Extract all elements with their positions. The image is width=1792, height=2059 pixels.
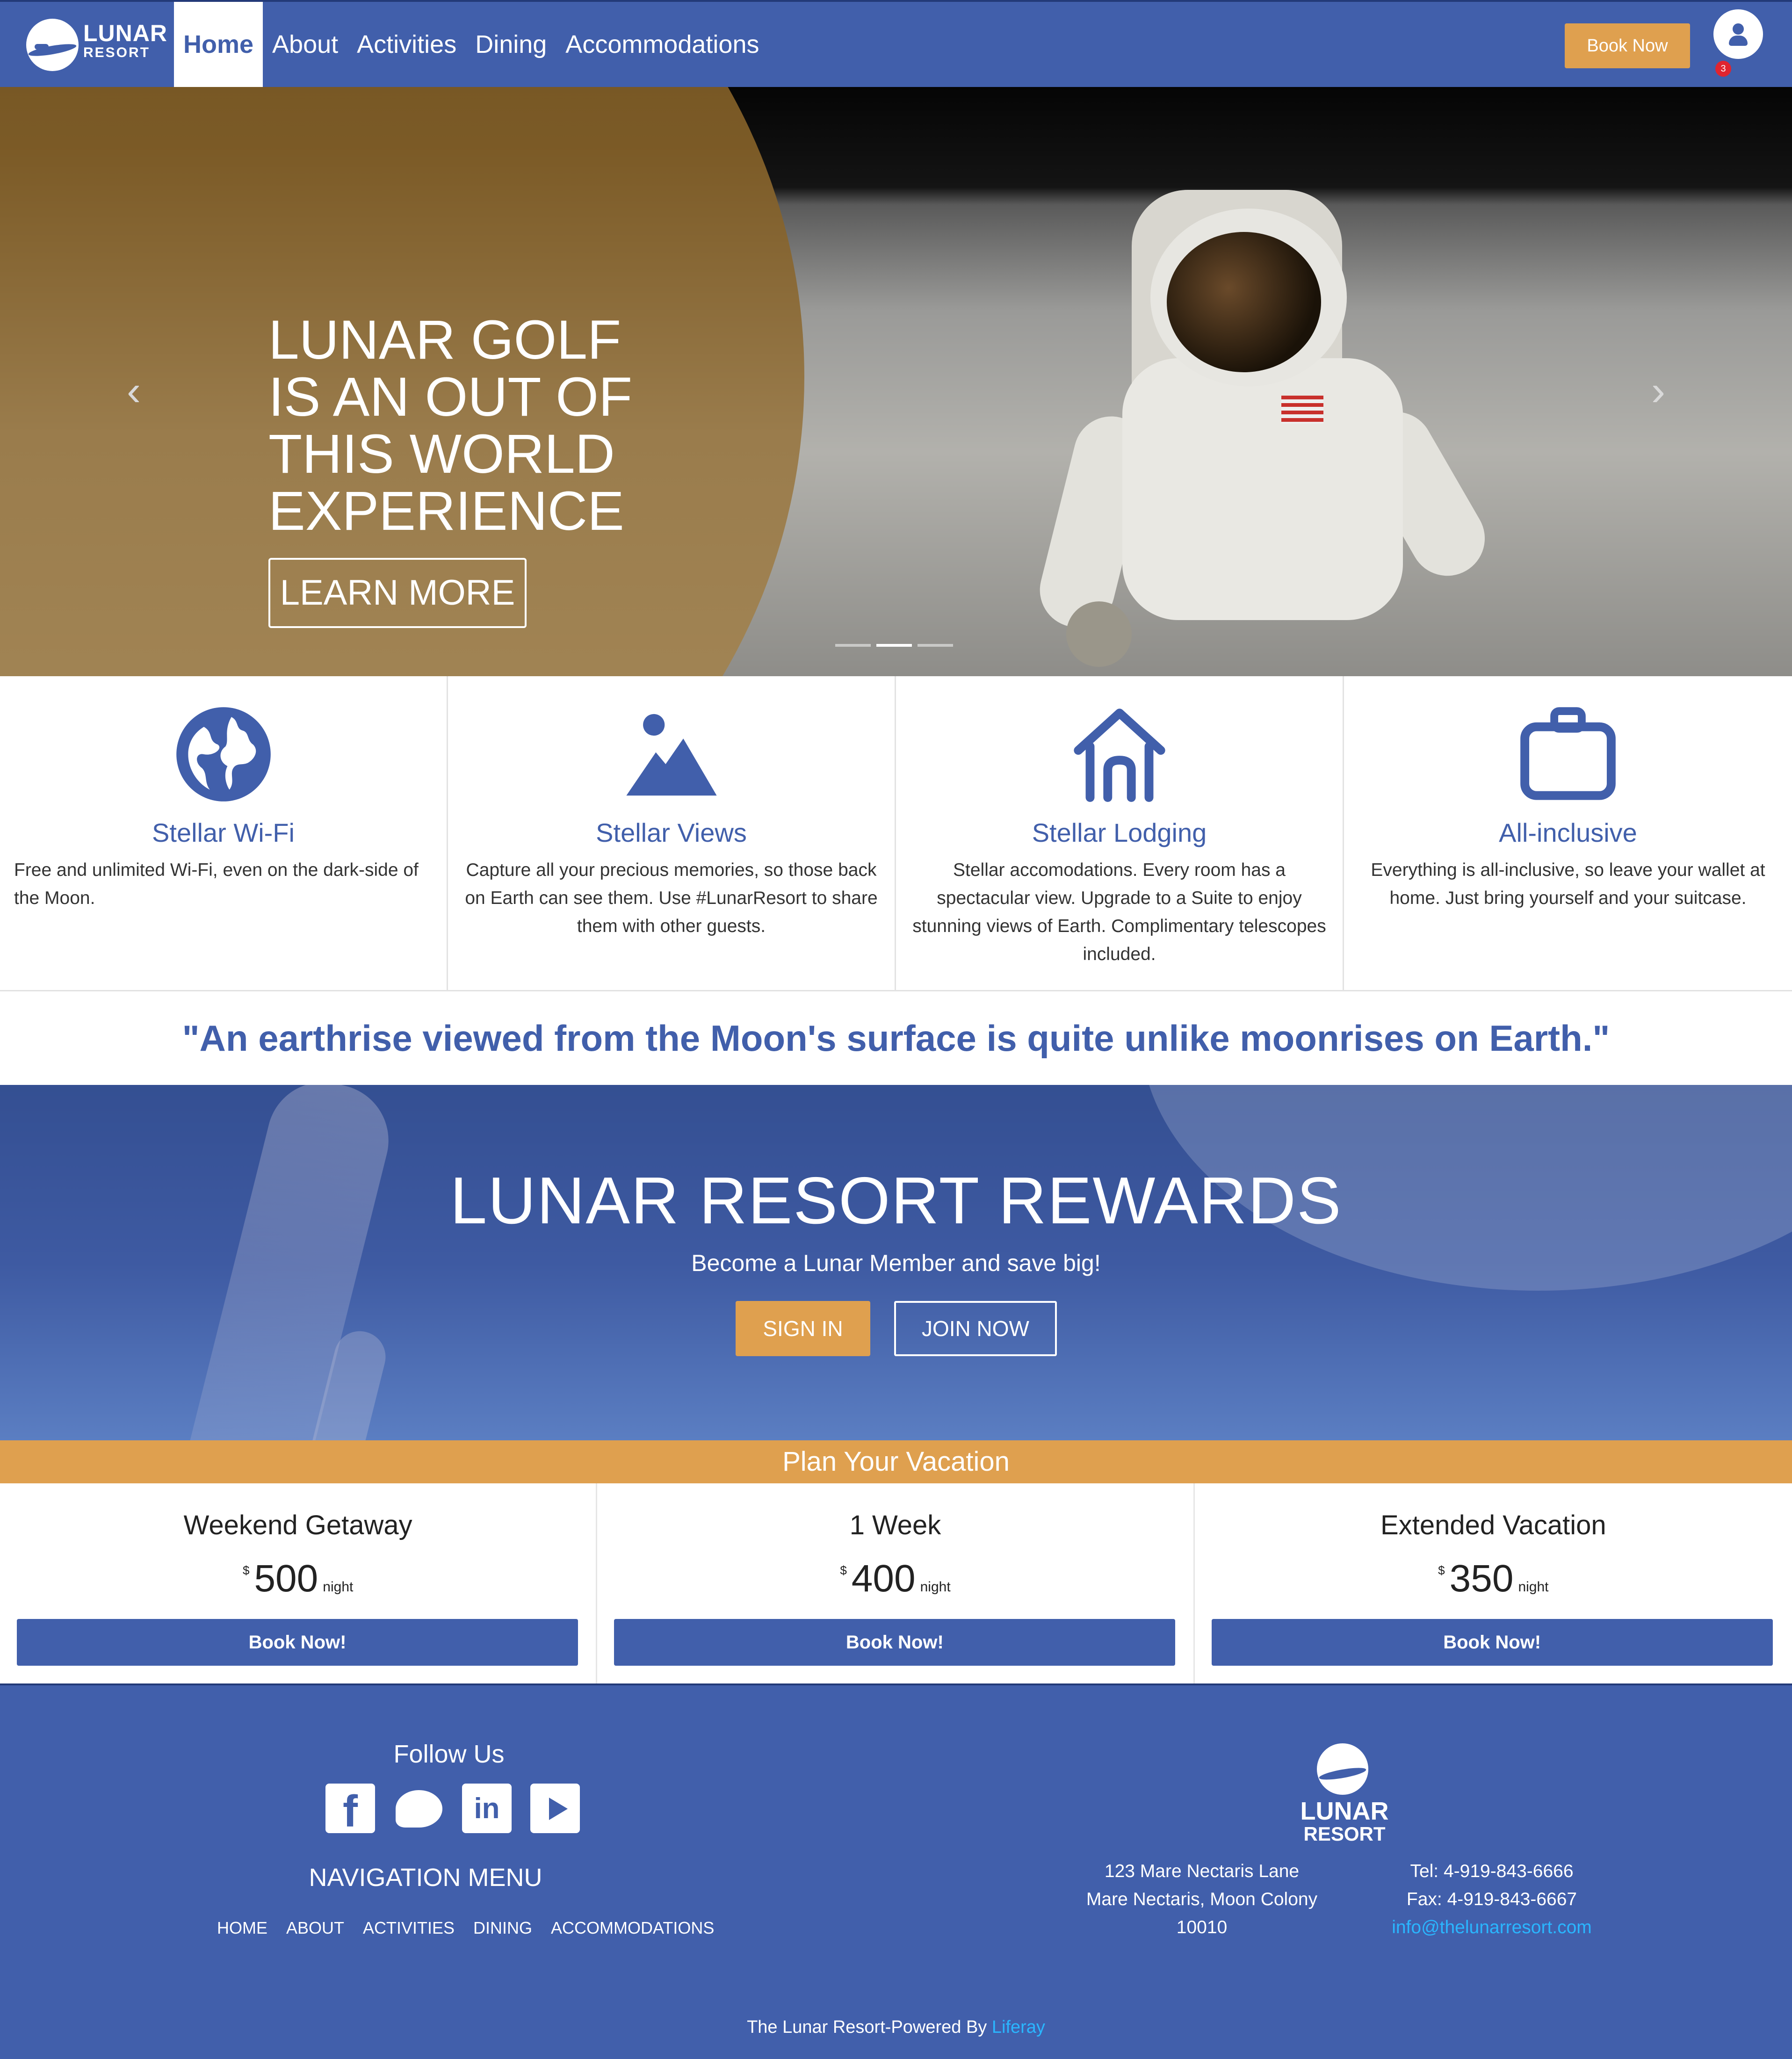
email-link[interactable]: info@thelunarresort.com	[1347, 1914, 1637, 1942]
main-nav: Home About Activities Dining Accommodati…	[174, 2, 768, 87]
powered-by: The Lunar Resort-Powered By Liferay	[747, 2017, 1045, 2037]
footer-link-accommodations[interactable]: ACCOMMODATIONS	[551, 1918, 714, 1938]
nav-home[interactable]: Home	[174, 2, 263, 87]
plan-name: 1 Week	[849, 1510, 941, 1540]
moon-logo-icon	[26, 19, 79, 71]
feature-card-views: Stellar Views Capture all your precious …	[448, 676, 896, 990]
site-header: LUNAR RESORT Home About Activities Dinin…	[0, 0, 1792, 87]
carousel-next-icon[interactable]: ›	[1644, 368, 1672, 414]
suitcase-icon	[1519, 705, 1617, 803]
house-icon	[1070, 705, 1169, 803]
join-now-button[interactable]: JOIN NOW	[894, 1301, 1057, 1356]
carousel-indicators	[835, 644, 953, 647]
vacation-plans: Weekend Getaway $500 night Book Now! 1 We…	[0, 1483, 1792, 1683]
footer-nav: HOME ABOUT ACTIVITIES DINING ACCOMMODATI…	[217, 1918, 714, 1938]
plan-card-weekend: Weekend Getaway $500 night Book Now!	[0, 1483, 598, 1683]
feature-title: Stellar Wi-Fi	[152, 818, 295, 847]
nav-activities[interactable]: Activities	[347, 2, 466, 87]
footer-link-activities[interactable]: ACTIVITIES	[363, 1918, 455, 1938]
plan-price: $400 night	[840, 1557, 951, 1600]
plan-card-1-week: 1 Week $400 night Book Now!	[597, 1483, 1195, 1683]
feature-title: Stellar Lodging	[1032, 818, 1207, 847]
nav-about[interactable]: About	[263, 2, 347, 87]
carousel-dot-3[interactable]	[918, 644, 953, 647]
resort-address: 123 Mare Nectaris Lane Mare Nectaris, Mo…	[1086, 1861, 1318, 1937]
resort-logo[interactable]: LUNAR RESORT	[26, 19, 167, 75]
logo-text-resort: RESORT	[83, 45, 151, 60]
plan-name: Extended Vacation	[1380, 1510, 1606, 1540]
twitter-icon[interactable]	[394, 1784, 443, 1833]
plan-name: Weekend Getaway	[183, 1510, 412, 1540]
astronaut-image	[1032, 171, 1553, 676]
site-footer: Follow Us f in NAVIGATION MENU HOME ABOU…	[0, 1683, 1792, 2059]
nav-dining[interactable]: Dining	[466, 2, 556, 87]
footer-link-about[interactable]: ABOUT	[286, 1918, 344, 1938]
nav-accommodations[interactable]: Accommodations	[556, 2, 768, 87]
carousel-dot-2[interactable]	[876, 644, 912, 647]
youtube-icon[interactable]	[530, 1784, 580, 1833]
book-plan-button[interactable]: Book Now!	[614, 1619, 1176, 1666]
resort-contact: Tel: 4-919-843-6666 Fax: 4-919-843-6667 …	[1347, 1857, 1637, 1942]
notification-badge: 3	[1715, 61, 1731, 77]
feature-description: Everything is all-inclusive, so leave yo…	[1371, 860, 1765, 908]
logo-text-lunar: LUNAR	[83, 20, 167, 46]
rewards-subtitle: Become a Lunar Member and save big!	[691, 1250, 1101, 1276]
hero-carousel: LUNAR GOLF IS AN OUT OF THIS WORLD EXPER…	[0, 87, 1792, 676]
hero-title: LUNAR GOLF IS AN OUT OF THIS WORLD EXPER…	[268, 309, 633, 542]
earthrise-quote: "An earthrise viewed from the Moon's sur…	[182, 1018, 1610, 1059]
feature-card-all-inclusive: All-inclusive Everything is all-inclusiv…	[1344, 676, 1792, 990]
feature-description: Free and unlimited Wi-Fi, even on the da…	[14, 860, 419, 908]
feature-card-lodging: Stellar Lodging Stellar accomodations. E…	[896, 676, 1344, 990]
book-plan-button[interactable]: Book Now!	[17, 1619, 578, 1666]
moon-logo-icon	[1317, 1743, 1368, 1795]
plan-vacation-title: Plan Your Vacation	[0, 1440, 1792, 1483]
sign-in-button[interactable]: SIGN IN	[736, 1301, 870, 1356]
book-plan-button[interactable]: Book Now!	[1211, 1619, 1773, 1666]
footer-link-dining[interactable]: DINING	[473, 1918, 532, 1938]
linkedin-icon[interactable]: in	[462, 1784, 512, 1833]
feature-description: Stellar accomodations. Every room has a …	[912, 860, 1326, 964]
user-avatar-button[interactable]	[1713, 9, 1763, 59]
follow-us-heading: Follow Us	[393, 1740, 505, 1768]
fax-number: Fax: 4-919-843-6667	[1406, 1889, 1577, 1909]
user-icon	[1733, 23, 1744, 35]
book-now-button[interactable]: Book Now	[1565, 23, 1690, 68]
plan-card-extended: Extended Vacation $350 night Book Now!	[1195, 1483, 1792, 1683]
footer-logo[interactable]: LUNAR RESORT	[1295, 1743, 1394, 1856]
feature-title: All-inclusive	[1499, 818, 1637, 847]
carousel-dot-1[interactable]	[835, 644, 871, 647]
rewards-title: LUNAR RESORT REWARDS	[450, 1163, 1342, 1238]
feature-card-wifi: Stellar Wi-Fi Free and unlimited Wi-Fi, …	[0, 676, 448, 990]
learn-more-button[interactable]: LEARN MORE	[268, 558, 527, 628]
phone-number: Tel: 4-919-843-6666	[1410, 1861, 1574, 1881]
feature-description: Capture all your precious memories, so t…	[465, 860, 878, 936]
features-section: Stellar Wi-Fi Free and unlimited Wi-Fi, …	[0, 676, 1792, 991]
carousel-prev-icon[interactable]: ‹	[120, 368, 148, 414]
navigation-menu-heading: NAVIGATION MENU	[309, 1864, 542, 1892]
plan-price: $350 night	[1438, 1557, 1549, 1600]
globe-icon	[174, 705, 273, 803]
feature-title: Stellar Views	[596, 818, 747, 847]
liferay-link[interactable]: Liferay	[992, 2017, 1045, 2037]
social-links: f in	[325, 1784, 580, 1836]
plan-price: $500 night	[242, 1557, 354, 1600]
rewards-section: LUNAR RESORT REWARDS Become a Lunar Memb…	[0, 1085, 1792, 1440]
facebook-icon[interactable]: f	[325, 1784, 375, 1836]
footer-link-home[interactable]: HOME	[217, 1918, 267, 1938]
mountain-image-icon	[622, 705, 721, 803]
